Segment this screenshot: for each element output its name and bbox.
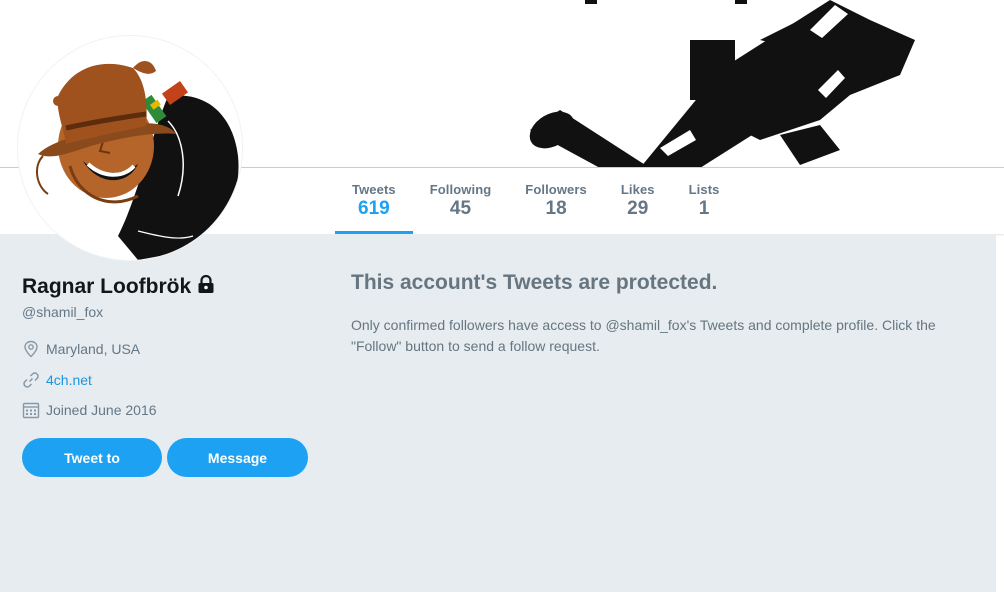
tweet-to-button[interactable]: Tweet to xyxy=(22,438,162,477)
link-icon xyxy=(23,372,39,388)
stat-value: 1 xyxy=(698,198,710,219)
avatar-image xyxy=(36,60,239,260)
page-edge xyxy=(996,244,1004,592)
stat-label: Tweets xyxy=(352,182,396,197)
protected-message: Only confirmed followers have access to … xyxy=(351,317,936,354)
protected-title: This account's Tweets are protected. xyxy=(351,271,718,294)
profile-website: 4ch.net xyxy=(22,371,92,389)
avatar[interactable] xyxy=(18,36,242,260)
profile-stats: Tweets 619 Following 45 Followers 18 Lik… xyxy=(335,168,737,235)
stat-value: 29 xyxy=(627,198,649,219)
stat-following[interactable]: Following 45 xyxy=(413,168,509,234)
lock-icon xyxy=(197,274,215,300)
stat-label: Likes xyxy=(620,182,655,197)
stat-likes[interactable]: Likes 29 xyxy=(604,168,672,234)
joined-text: Joined June 2016 xyxy=(46,402,157,418)
stat-value: 18 xyxy=(545,198,567,219)
profile-name-text: Ragnar Loofbrök xyxy=(22,274,192,298)
profile-name: Ragnar Loofbrök xyxy=(22,273,215,300)
stat-label: Following xyxy=(429,182,492,197)
stat-value: 45 xyxy=(449,198,472,219)
stat-value: 619 xyxy=(358,198,390,219)
stat-followers[interactable]: Followers 18 xyxy=(508,168,604,234)
stat-lists[interactable]: Lists 1 xyxy=(672,168,737,234)
stat-tweets[interactable]: Tweets 619 xyxy=(335,168,413,235)
stat-label: Lists xyxy=(688,182,720,197)
website-link[interactable]: 4ch.net xyxy=(46,372,92,388)
profile-joined: Joined June 2016 xyxy=(22,401,157,419)
profile-handle[interactable]: @shamil_fox xyxy=(22,304,103,320)
message-button[interactable]: Message xyxy=(167,438,308,477)
location-text: Maryland, USA xyxy=(46,341,141,357)
location-pin-icon xyxy=(24,340,38,358)
calendar-icon xyxy=(22,402,40,419)
profile-location: Maryland, USA xyxy=(22,340,140,358)
stat-label: Followers xyxy=(525,182,587,197)
